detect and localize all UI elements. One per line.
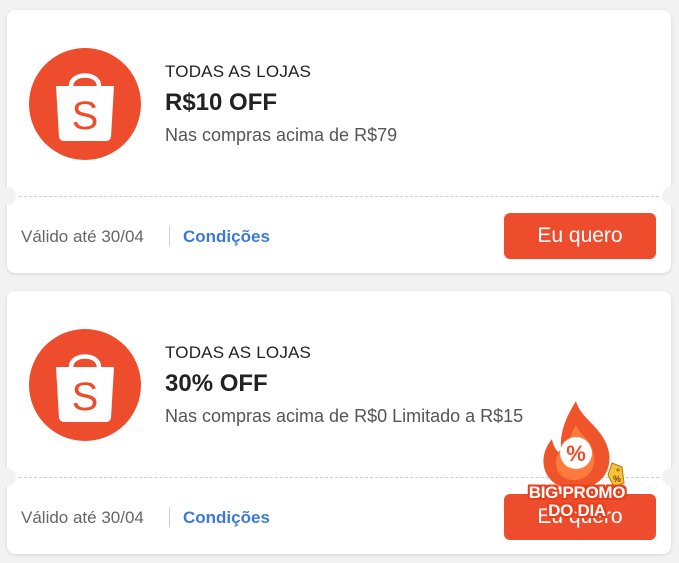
claim-coupon-button[interactable]: Eu quero <box>504 213 656 259</box>
svg-text:S: S <box>72 375 99 419</box>
shopee-logo: S <box>29 329 141 441</box>
discount-title: R$10 OFF <box>165 89 278 116</box>
conditions-link[interactable]: Condições <box>183 508 270 528</box>
store-label: TODAS AS LOJAS <box>165 62 312 81</box>
promo-line-1: BIG PROMO <box>528 483 626 502</box>
separator <box>169 226 170 246</box>
ticket-notch-left <box>0 468 16 486</box>
discount-title: 30% OFF <box>165 370 268 397</box>
shopee-logo: S <box>29 48 141 160</box>
ticket-notch-right <box>662 187 679 205</box>
coupon-card: S TODAS AS LOJAS R$10 OFF Nas compras ac… <box>0 10 679 273</box>
shopee-bag-icon: S <box>56 73 114 141</box>
conditions-link[interactable]: Condições <box>183 227 270 247</box>
svg-text:S: S <box>72 94 99 138</box>
ticket-notch-left <box>0 187 16 205</box>
validity-text: Válido até 30/04 <box>21 508 144 527</box>
shopee-bag-icon: S <box>56 354 114 422</box>
svg-text:%: % <box>566 441 586 466</box>
store-label: TODAS AS LOJAS <box>165 343 312 362</box>
big-promo-badge: % % BIG PROMO DO DIA <box>518 395 636 523</box>
validity-text: Válido até 30/04 <box>21 227 144 246</box>
dashed-divider <box>19 196 659 197</box>
minimum-purchase-text: Nas compras acima de R$79 <box>165 125 398 145</box>
ticket-notch-right <box>662 468 679 486</box>
minimum-purchase-text: Nas compras acima de R$0 Limitado a R$15 <box>165 406 524 426</box>
promo-line-2: DO DIA <box>548 501 606 520</box>
separator <box>169 507 170 527</box>
